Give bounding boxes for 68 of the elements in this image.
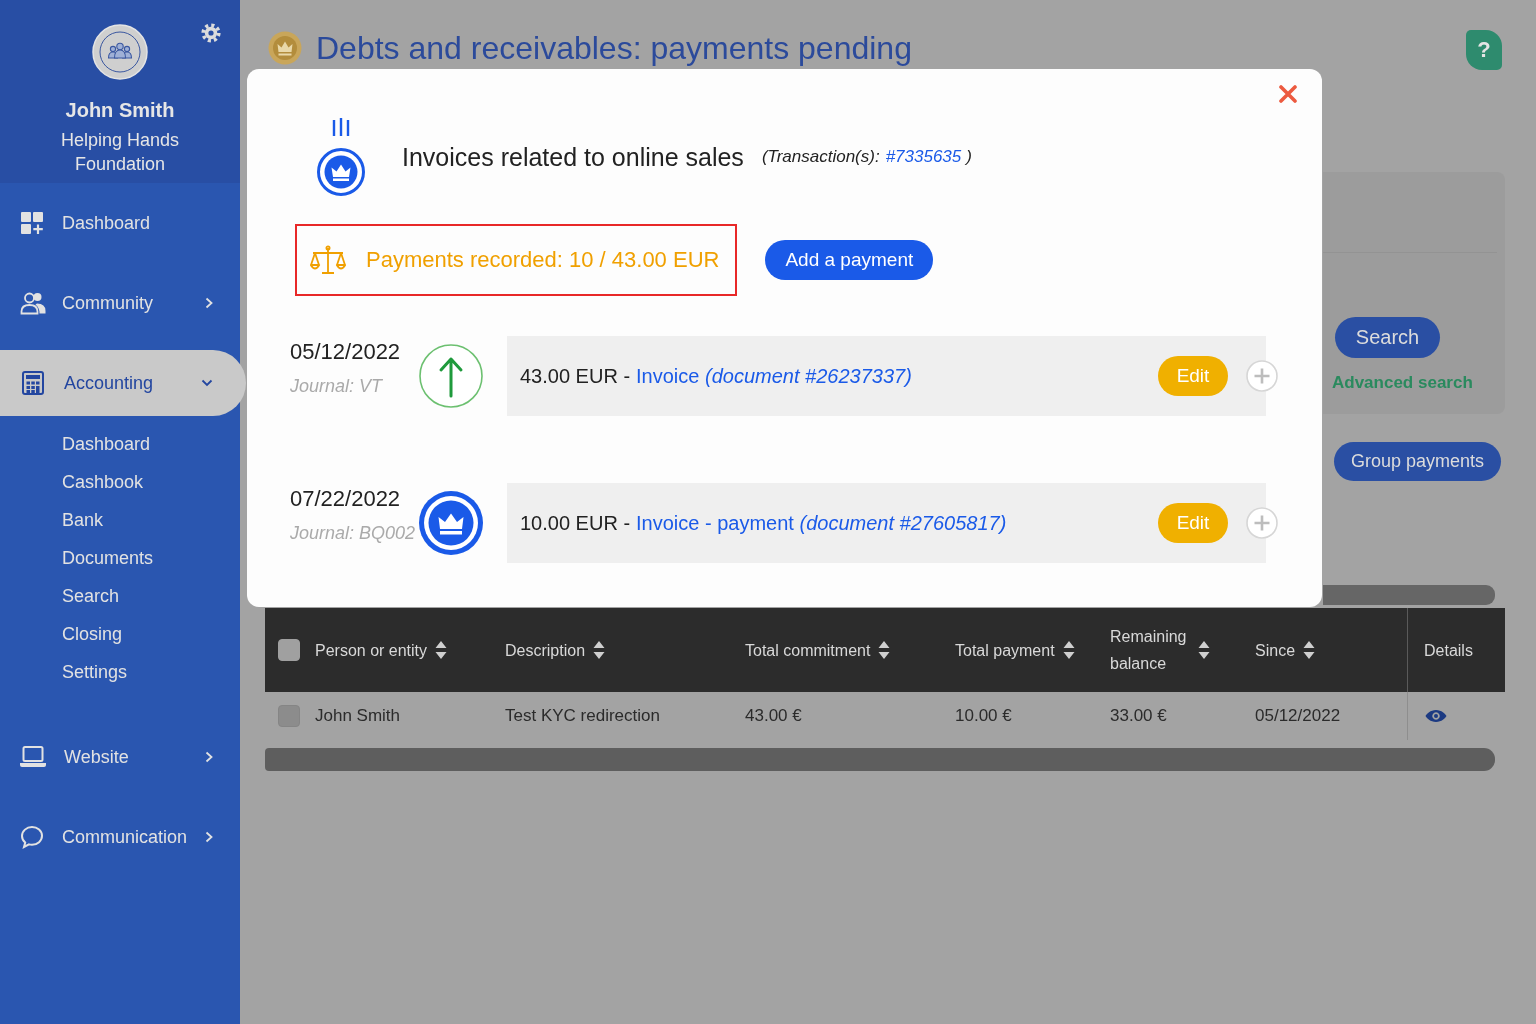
scrollbar[interactable] xyxy=(265,748,1495,771)
checkbox[interactable] xyxy=(278,639,300,661)
scales-icon xyxy=(310,245,346,275)
falling-coin-icon xyxy=(317,118,365,196)
modal-title: Invoices related to online sales xyxy=(402,142,744,172)
column-header: Since xyxy=(1255,640,1296,661)
submenu-item[interactable]: Dashboard xyxy=(0,425,151,463)
column-header: Total payment xyxy=(955,640,1055,661)
entry-date: 07/22/2022 xyxy=(290,486,402,512)
document-link[interactable]: Invoice (document #26237337) xyxy=(636,364,912,387)
column-header: Person or entity xyxy=(315,640,428,661)
table-cell: Test KYC redirection xyxy=(505,706,660,726)
close-icon xyxy=(1279,85,1297,103)
table-cell: 10.00 € xyxy=(955,706,1012,726)
organization-name: Helping Hands Foundation xyxy=(59,129,181,176)
column-header: Details xyxy=(1424,640,1473,661)
column-header: Remaining balance xyxy=(1110,627,1188,674)
journal-label: Journal: VT xyxy=(290,375,384,397)
scrollbar[interactable] xyxy=(1323,585,1495,605)
table-cell: 05/12/2022 xyxy=(1255,706,1341,726)
sort-icon[interactable] xyxy=(878,640,891,660)
checkbox[interactable] xyxy=(278,705,300,727)
submenu-item[interactable]: Closing xyxy=(0,615,123,653)
transaction-note: (Transaction(s): #7335635 ) xyxy=(761,147,972,167)
nav-item[interactable]: Accounting xyxy=(0,350,246,416)
column-header: Total commitment xyxy=(745,640,871,661)
sort-icon[interactable] xyxy=(593,640,606,660)
entry-date: 05/12/2022 xyxy=(290,339,402,365)
group-payments-button[interactable]: Group payments xyxy=(1333,442,1501,481)
table-cell: 43.00 € xyxy=(745,706,802,726)
eye-icon[interactable] xyxy=(1425,709,1447,723)
nav-item[interactable]: Communication xyxy=(0,804,240,870)
payments-summary: Payments recorded: 10 / 43.00 EUR xyxy=(366,247,720,273)
sort-icon[interactable] xyxy=(1062,640,1075,660)
crown-coin-icon xyxy=(268,31,302,65)
close-button[interactable] xyxy=(1276,82,1300,106)
crown-coin-icon xyxy=(419,491,483,555)
speech-bubble-icon xyxy=(20,825,44,849)
search-button[interactable]: Search xyxy=(1335,317,1440,358)
submenu-item[interactable]: Documents xyxy=(0,539,154,577)
people-icon xyxy=(20,291,46,315)
nav-item[interactable]: Website xyxy=(0,724,240,790)
entry-description: 43.00 EUR - Invoice (document #26237337) xyxy=(520,364,913,388)
laptop-icon xyxy=(20,746,46,768)
nav-item[interactable]: Community xyxy=(0,270,240,336)
nav-item[interactable]: Dashboard xyxy=(0,190,240,256)
user-name: John Smith xyxy=(65,98,175,122)
help-button[interactable]: ? xyxy=(1466,30,1502,70)
page-title: Debts and receivables: payments pending xyxy=(316,29,912,67)
dashboard-icon xyxy=(20,211,44,235)
entry-description: 10.00 EUR - Invoice - payment (document #27605817) xyxy=(520,511,1008,535)
sort-icon[interactable] xyxy=(435,640,448,660)
sort-icon[interactable] xyxy=(1198,640,1210,660)
sort-icon[interactable] xyxy=(1303,640,1316,660)
table-cell: 33.00 € xyxy=(1110,706,1167,726)
column-header: Description xyxy=(505,640,586,661)
journal-label: Journal: BQ002 xyxy=(290,522,417,544)
table-cell: John Smith xyxy=(315,706,401,726)
submenu-item[interactable]: Bank xyxy=(0,501,104,539)
transaction-link[interactable]: #7335635 xyxy=(885,147,962,166)
settings-icon[interactable] xyxy=(201,23,221,43)
calculator-icon xyxy=(22,371,44,395)
add-payment-button[interactable]: Add a payment xyxy=(765,240,934,280)
submenu-item[interactable]: Cashbook xyxy=(0,463,144,501)
submenu-item[interactable]: Settings xyxy=(0,653,128,691)
avatar-icon xyxy=(92,24,148,80)
document-link[interactable]: Invoice - payment (document #27605817) xyxy=(636,511,1007,534)
submenu-item[interactable]: Search xyxy=(0,577,120,615)
